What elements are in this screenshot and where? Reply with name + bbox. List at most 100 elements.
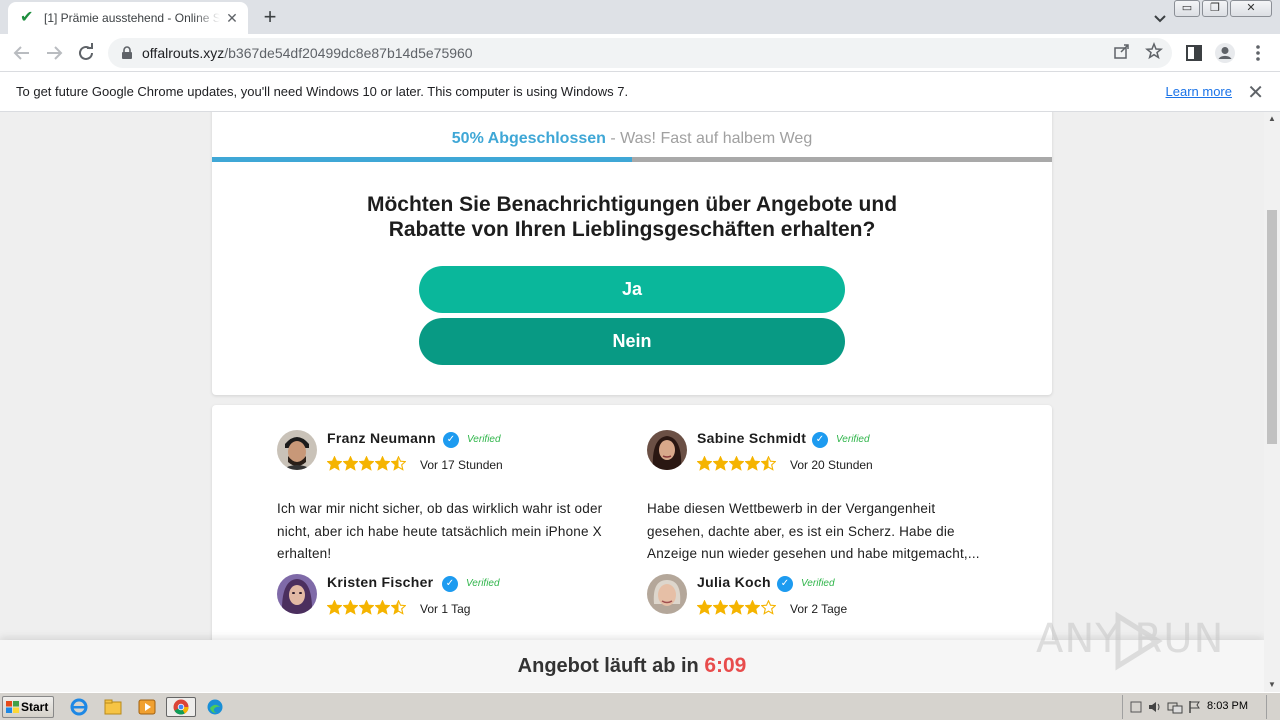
windows-flag-icon [6, 701, 19, 713]
file-explorer-icon[interactable] [102, 697, 124, 717]
edge-icon[interactable] [204, 697, 226, 717]
star-icon [343, 600, 358, 615]
star-icon [697, 600, 712, 615]
star-icon [761, 456, 776, 471]
no-button[interactable]: Nein [419, 318, 845, 365]
page-scrollbar[interactable]: ▲ ▼ [1264, 112, 1280, 692]
close-tab-icon[interactable]: ✕ [224, 10, 240, 26]
review-item: Kristen Fischer ✓ Verified Vor 1 Tag [277, 574, 622, 634]
close-infobar-icon[interactable]: ✕ [1247, 80, 1264, 105]
progress-fill [212, 157, 632, 162]
star-icon [343, 456, 358, 471]
bookmark-star-icon[interactable] [1145, 42, 1163, 60]
chrome-taskbar-button[interactable] [166, 697, 196, 717]
window-controls: ▭ ❐ ✕ [1174, 0, 1272, 17]
reviewer-name: Franz Neumann [327, 430, 436, 446]
update-infobar: To get future Google Chrome updates, you… [0, 72, 1280, 112]
forward-icon[interactable] [42, 41, 66, 65]
review-item: Franz Neumann ✓ Verified Vor 17 Stunden … [277, 430, 622, 561]
new-tab-button[interactable]: + [258, 6, 282, 30]
avatar [647, 574, 687, 614]
chevron-down-icon[interactable] [1150, 8, 1170, 28]
url-host: offalrouts.xyz [142, 45, 225, 61]
star-icon [697, 456, 712, 471]
start-label: Start [21, 700, 49, 714]
reviewer-name: Sabine Schmidt [697, 430, 807, 446]
verified-label: Verified [467, 434, 501, 445]
star-icon [713, 600, 728, 615]
review-time: Vor 20 Stunden [790, 458, 873, 472]
review-time: Vor 2 Tage [790, 602, 848, 616]
media-player-icon[interactable] [136, 697, 158, 717]
tray-arrow-icon[interactable] [1129, 700, 1145, 714]
star-rating [697, 456, 776, 471]
star-icon [729, 456, 744, 471]
review-text: Habe diesen Wettbewerb in der Vergangenh… [647, 501, 980, 561]
star-icon [745, 456, 760, 471]
reviewer-name: Kristen Fischer [327, 574, 434, 590]
question-line-2: Rabatte von Ihren Lieblingsgeschäften er… [388, 218, 876, 241]
survey-question: Möchten Sie Benachrichtigungen über Ange… [332, 192, 932, 242]
survey-card: 50% Abgeschlossen - Was! Fast auf halbem… [212, 112, 1052, 395]
action-center-flag-icon[interactable] [1187, 700, 1203, 714]
checkmark-icon: ✔ [20, 9, 34, 26]
show-desktop-button[interactable] [1266, 695, 1280, 719]
reload-icon[interactable] [74, 41, 98, 65]
progress-text: 50% Abgeschlossen - Was! Fast auf halbem… [212, 130, 1052, 148]
side-panel-icon[interactable] [1182, 41, 1206, 65]
page-viewport: 50% Abgeschlossen - Was! Fast auf halbem… [0, 112, 1264, 692]
progress-sub: - Was! Fast auf halbem Weg [605, 130, 813, 147]
back-icon[interactable] [10, 41, 34, 65]
internet-explorer-icon[interactable] [68, 697, 90, 717]
star-icon [375, 456, 390, 471]
star-icon [375, 600, 390, 615]
url-path: /b367de54df20499dc8e87b14d5e75960 [224, 45, 473, 61]
review-item: Julia Koch ✓ Verified Vor 2 Tage [647, 574, 992, 634]
review-text: Ich war mir nicht sicher, ob das wirklic… [277, 501, 603, 561]
review-item: Sabine Schmidt ✓ Verified Vor 20 Stunden… [647, 430, 992, 561]
system-tray: 8:03 PM [1122, 695, 1280, 719]
verified-label: Verified [801, 578, 835, 589]
star-icon [327, 456, 342, 471]
restore-button[interactable]: ❐ [1202, 0, 1228, 17]
reviewer-name: Julia Koch [697, 574, 771, 590]
window-close-button[interactable]: ✕ [1230, 0, 1272, 17]
star-rating [697, 600, 776, 615]
avatar [277, 574, 317, 614]
star-icon [761, 600, 776, 615]
network-icon[interactable] [1167, 700, 1183, 714]
tab-title: [1] Prämie ausstehend - Online Survey [44, 11, 220, 25]
lock-icon[interactable] [120, 46, 134, 60]
verified-badge-icon: ✓ [812, 432, 828, 448]
windows-taskbar: Start 8:03 PM [0, 692, 1280, 720]
verified-label: Verified [466, 578, 500, 589]
scroll-down-icon[interactable]: ▼ [1267, 680, 1277, 690]
start-button[interactable]: Start [2, 696, 54, 718]
scrollbar-thumb[interactable] [1267, 210, 1277, 444]
progress-label: 50% Abgeschlossen [451, 130, 606, 147]
address-bar[interactable]: offalrouts.xyz/b367de54df20499dc8e87b14d… [108, 38, 1172, 68]
question-line-1: Möchten Sie Benachrichtigungen über Ange… [366, 193, 898, 216]
more-menu-icon[interactable] [1246, 41, 1270, 65]
volume-icon[interactable] [1147, 700, 1163, 714]
learn-more-link[interactable]: Learn more [1166, 84, 1232, 99]
yes-button[interactable]: Ja [419, 266, 845, 313]
minimize-button[interactable]: ▭ [1174, 0, 1200, 17]
taskbar-clock: 8:03 PM [1207, 700, 1248, 712]
chrome-icon [173, 699, 189, 715]
star-icon [745, 600, 760, 615]
infobar-message: To get future Google Chrome updates, you… [16, 84, 629, 99]
star-rating [327, 600, 406, 615]
browser-tab[interactable]: ✔ [1] Prämie ausstehend - Online Survey … [8, 2, 248, 34]
browser-toolbar: offalrouts.xyz/b367de54df20499dc8e87b14d… [0, 34, 1280, 72]
star-icon [729, 600, 744, 615]
profile-avatar-icon[interactable] [1213, 41, 1237, 65]
tab-strip: ✔ [1] Prämie ausstehend - Online Survey … [0, 0, 1280, 34]
scroll-up-icon[interactable]: ▲ [1267, 114, 1277, 124]
verified-badge-icon: ✓ [442, 576, 458, 592]
star-icon [359, 456, 374, 471]
review-time: Vor 17 Stunden [420, 458, 503, 472]
share-icon[interactable] [1113, 42, 1131, 60]
timer-value: 6:09 [704, 654, 747, 677]
star-icon [713, 456, 728, 471]
